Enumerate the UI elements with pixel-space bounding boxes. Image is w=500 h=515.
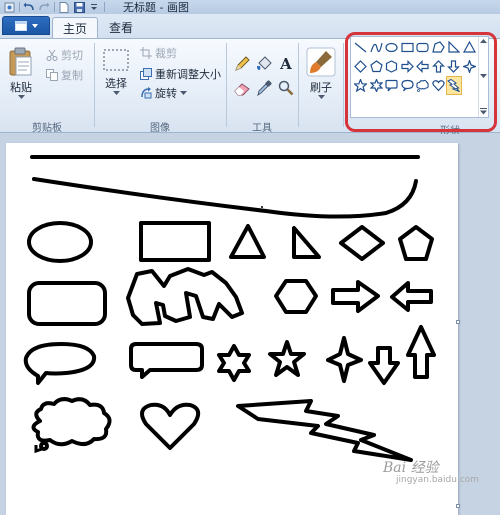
drawn-four-point-star <box>326 336 363 383</box>
drawn-cloud-callout <box>31 397 112 447</box>
shapes-highlight-annotation <box>345 32 497 132</box>
chevron-down-icon <box>17 95 25 99</box>
group-separator <box>226 43 227 127</box>
watermark: Bai 经验 <box>383 460 439 476</box>
crop-icon <box>140 47 152 59</box>
file-menu-button[interactable] <box>2 16 50 35</box>
drawn-down-arrow <box>368 346 400 385</box>
copy-label: 复制 <box>61 69 83 82</box>
window-title: 无标题 - 画图 <box>123 1 189 14</box>
select-label: 选择 <box>105 77 127 90</box>
drawn-five-point-star <box>268 340 306 377</box>
resize-label: 重新调整大小 <box>155 68 221 81</box>
crop-label: 裁剪 <box>155 47 177 60</box>
brush-icon <box>306 47 336 77</box>
group-separator <box>343 43 344 127</box>
title-bar: 无标题 - 画图 <box>0 0 500 14</box>
resize-icon <box>140 68 152 80</box>
select-button[interactable]: 选择 <box>102 47 130 96</box>
drawn-hexagon <box>274 279 318 314</box>
app-icon <box>3 2 15 13</box>
paste-icon <box>9 47 32 76</box>
copy-button[interactable]: 复制 <box>46 67 83 83</box>
drawn-dot <box>261 206 263 208</box>
tab-home[interactable]: 主页 <box>52 17 98 38</box>
undo-icon[interactable] <box>23 2 35 13</box>
copy-icon <box>46 69 58 81</box>
drawn-oval-callout <box>23 342 97 385</box>
group-separator <box>298 43 299 127</box>
drawn-cloud-bubble <box>39 441 49 451</box>
drawn-triangle <box>229 224 266 259</box>
image-group-label: 图像 <box>150 123 170 134</box>
drawn-diamond <box>339 225 385 261</box>
drawn-six-point-star <box>217 344 251 382</box>
color-picker-icon[interactable] <box>254 79 274 97</box>
drawn-pentagon <box>398 225 434 261</box>
rotate-button[interactable]: 旋转 <box>140 85 187 101</box>
quick-access-separator <box>54 2 55 12</box>
drawn-oval <box>27 221 93 263</box>
paste-label: 粘贴 <box>10 81 32 94</box>
fill-icon[interactable] <box>254 55 274 73</box>
paste-button[interactable]: 粘贴 <box>8 47 34 100</box>
drawn-right-triangle <box>292 226 321 259</box>
chevron-down-icon <box>180 90 187 95</box>
scissors-icon <box>46 49 58 61</box>
save-icon[interactable] <box>73 1 85 13</box>
magnifier-icon[interactable] <box>276 79 296 97</box>
drawn-polygon <box>126 267 244 326</box>
title-separator <box>104 2 105 12</box>
pencil-icon[interactable] <box>232 55 252 73</box>
drawn-lightning <box>236 399 413 462</box>
brushes-button[interactable]: 刷子 <box>306 47 336 100</box>
chevron-down-icon <box>112 91 120 95</box>
canvas-resize-handle-right[interactable] <box>456 320 460 324</box>
crop-button[interactable]: 裁剪 <box>140 45 177 61</box>
watermark-url: jingyan.baidu.com <box>396 475 480 485</box>
drawn-right-arrow <box>331 280 380 313</box>
canvas-resize-handle-corner[interactable] <box>456 504 460 508</box>
drawn-rectangle <box>139 221 211 262</box>
drawn-rounded-rectangle <box>27 281 107 326</box>
cut-label: 剪切 <box>61 49 83 62</box>
tools-group-label: 工具 <box>252 123 272 134</box>
select-icon <box>103 49 129 71</box>
group-separator <box>94 43 95 127</box>
drawn-heart <box>140 402 201 450</box>
tab-view[interactable]: 查看 <box>100 17 142 38</box>
brushes-label: 刷子 <box>310 81 332 94</box>
dropdown-icon[interactable] <box>88 2 100 13</box>
text-icon[interactable]: A <box>276 55 296 73</box>
redo-icon[interactable] <box>38 2 50 13</box>
chevron-down-icon <box>317 95 325 99</box>
drawn-left-arrow <box>390 281 433 312</box>
new-icon[interactable] <box>58 1 70 13</box>
resize-button[interactable]: 重新调整大小 <box>140 66 221 82</box>
cut-button[interactable]: 剪切 <box>46 47 83 63</box>
quick-access-separator <box>19 2 20 12</box>
rotate-icon <box>141 87 152 99</box>
drawn-rounded-callout <box>129 342 204 379</box>
drawn-curve <box>32 177 418 219</box>
rotate-label: 旋转 <box>155 87 177 100</box>
drawn-up-arrow <box>406 325 436 379</box>
clipboard-group-label: 剪贴板 <box>32 123 62 134</box>
eraser-icon[interactable] <box>232 79 252 97</box>
